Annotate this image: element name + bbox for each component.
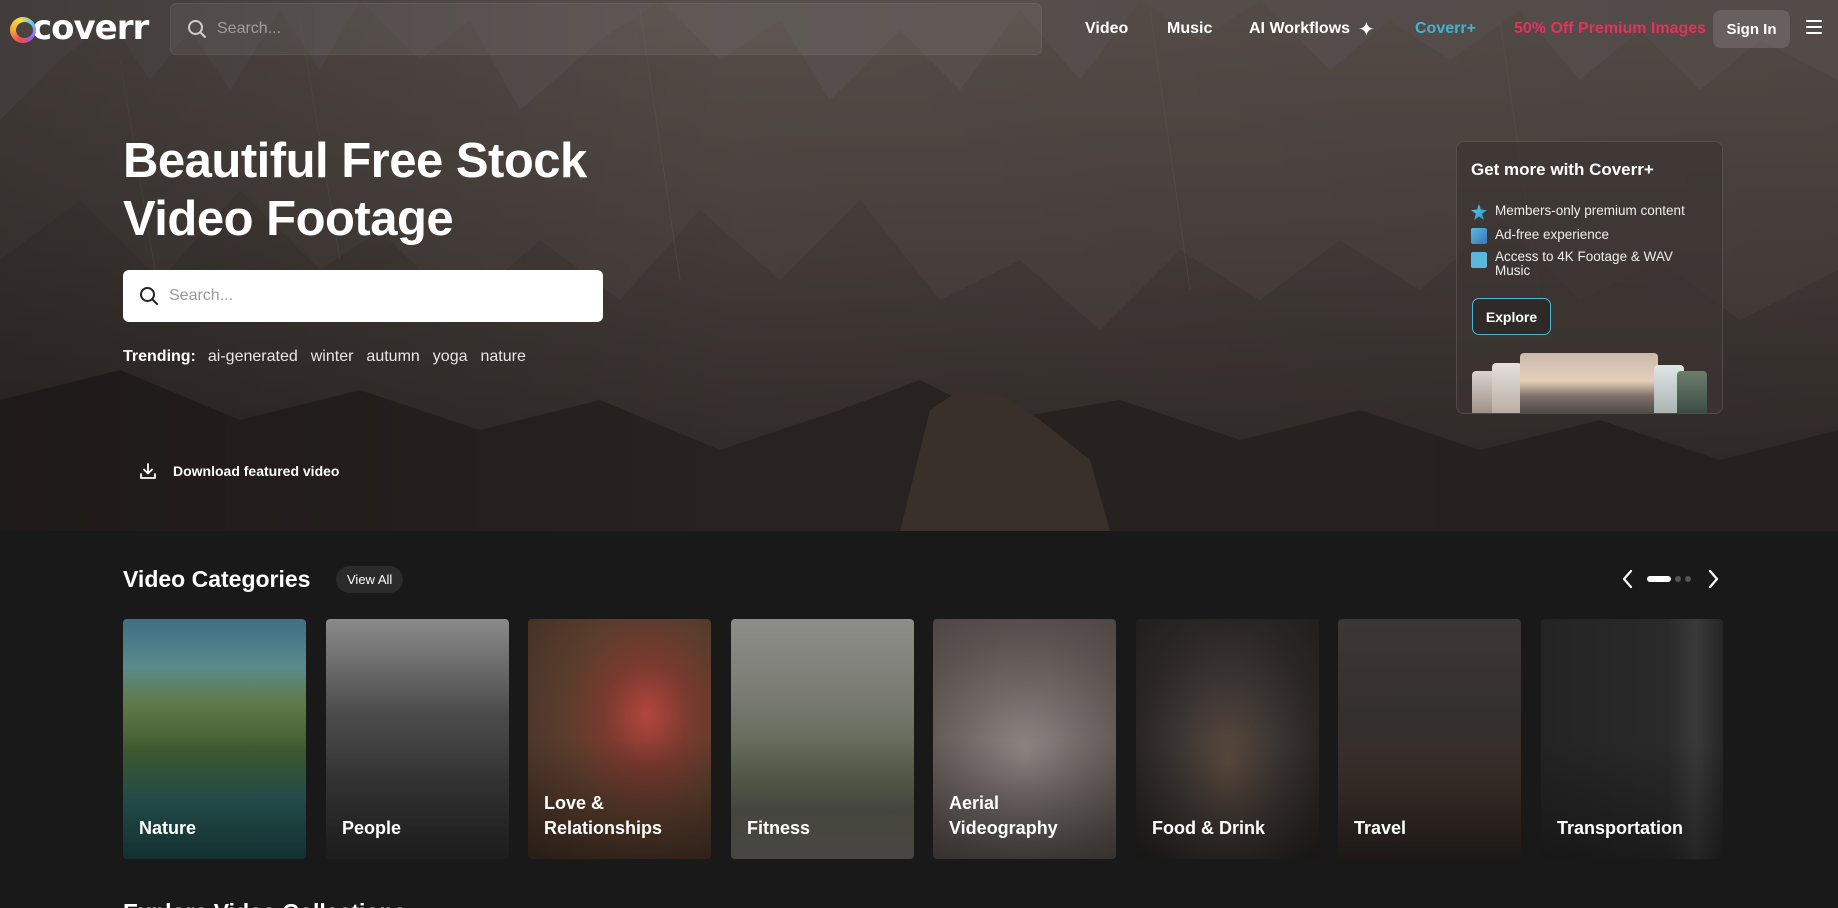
category-card-transportation[interactable]: Transportation xyxy=(1541,619,1723,859)
trending-tag[interactable]: autumn xyxy=(366,348,419,366)
nav-ai-workflows[interactable]: AI Workflows ✦ xyxy=(1249,0,1375,58)
view-all-categories-button[interactable]: View All xyxy=(336,566,404,593)
carousel-pagination xyxy=(1647,576,1695,582)
trending-tag[interactable]: winter xyxy=(311,348,354,366)
category-label: Aerial Videography xyxy=(949,793,1058,838)
preview-thumbnail xyxy=(1492,363,1522,413)
feature-label: Access to 4K Footage & WAV Music xyxy=(1495,249,1673,278)
ad-free-icon xyxy=(1471,228,1487,244)
feature-ad-free: Ad-free experience xyxy=(1471,228,1711,244)
header-search-bar[interactable] xyxy=(170,3,1042,55)
category-card-love-relationships[interactable]: Love & Relationships xyxy=(528,619,711,859)
hero-title: Beautiful Free Stock Video Footage xyxy=(123,134,587,246)
logo-text: coverr xyxy=(32,8,149,48)
hero-search-input[interactable] xyxy=(169,287,589,305)
category-card-travel[interactable]: Travel xyxy=(1338,619,1521,859)
feature-premium-content: Members-only premium content xyxy=(1471,204,1711,220)
nav-promo-premium-images[interactable]: 50% Off Premium Images xyxy=(1514,0,1706,58)
star-badge-icon xyxy=(1471,204,1487,220)
category-label: People xyxy=(342,818,402,838)
nav-video[interactable]: Video xyxy=(1085,0,1128,58)
preview-thumbnail xyxy=(1677,371,1707,413)
page: coverr Video Music AI Workflows ✦ Coverr… xyxy=(0,0,1838,908)
nav-music[interactable]: Music xyxy=(1167,0,1212,58)
category-label: Nature xyxy=(139,818,197,838)
category-card-nature[interactable]: Nature xyxy=(123,619,306,859)
feature-label: Members-only premium content xyxy=(1495,203,1685,218)
category-card-aerial-videography[interactable]: Aerial Videography xyxy=(933,619,1116,859)
carousel-dot[interactable] xyxy=(1675,576,1681,582)
trending-tags: Trending: ai-generated winter autumn yog… xyxy=(123,348,539,366)
preview-thumbnail xyxy=(1520,353,1658,413)
next-section-title: Explore Video Collections xyxy=(123,899,406,908)
carousel-dot[interactable] xyxy=(1647,576,1671,582)
hero-search-bar[interactable] xyxy=(123,270,603,322)
logo-mark-icon xyxy=(10,17,36,43)
4k-badge-icon xyxy=(1471,252,1487,268)
sparkle-icon: ✦ xyxy=(1358,18,1375,41)
category-label: Transportation xyxy=(1557,818,1684,838)
nav-ai-workflows-label: AI Workflows xyxy=(1249,20,1351,37)
coverr-logo[interactable]: coverr xyxy=(10,8,149,48)
coverr-plus-card: Get more with Coverr+ Members-only premi… xyxy=(1456,141,1723,414)
category-label: Food & Drink xyxy=(1152,818,1265,838)
chevron-right-icon[interactable] xyxy=(1703,567,1723,591)
chevron-left-icon[interactable] xyxy=(1618,567,1638,591)
category-card-food-drink[interactable]: Food & Drink xyxy=(1136,619,1319,859)
trending-label: Trending: xyxy=(123,348,196,365)
category-card-fitness[interactable]: Fitness xyxy=(731,619,914,859)
download-featured-video-label: Download featured video xyxy=(173,463,340,479)
video-categories-title: Video Categories xyxy=(123,566,311,592)
coverr-plus-card-title: Get more with Coverr+ xyxy=(1471,160,1654,179)
category-label: Fitness xyxy=(747,818,811,838)
download-icon xyxy=(140,463,156,479)
carousel-dot[interactable] xyxy=(1685,576,1691,582)
trending-tag[interactable]: ai-generated xyxy=(208,348,298,366)
header-search-input[interactable] xyxy=(217,20,1017,38)
coverr-plus-preview-thumbnails xyxy=(1472,353,1712,413)
trending-tag[interactable]: yoga xyxy=(433,348,468,366)
feature-label: Ad-free experience xyxy=(1495,227,1610,242)
site-header: coverr Video Music AI Workflows ✦ Coverr… xyxy=(0,0,1838,58)
feature-4k-wav: Access to 4K Footage & WAV Music xyxy=(1471,250,1711,278)
download-featured-video-button[interactable]: Download featured video xyxy=(139,462,339,480)
search-icon xyxy=(188,20,206,38)
category-label: Love & Relationships xyxy=(544,793,663,838)
search-icon xyxy=(140,287,158,305)
nav-coverr-plus[interactable]: Coverr+ xyxy=(1415,0,1476,58)
category-label: Travel xyxy=(1354,818,1407,838)
trending-tag[interactable]: nature xyxy=(481,348,526,366)
explore-button[interactable]: Explore xyxy=(1472,298,1551,335)
category-card-people[interactable]: People xyxy=(326,619,509,859)
sign-in-button[interactable]: Sign In xyxy=(1713,10,1790,48)
hamburger-menu-icon[interactable] xyxy=(1806,20,1822,36)
